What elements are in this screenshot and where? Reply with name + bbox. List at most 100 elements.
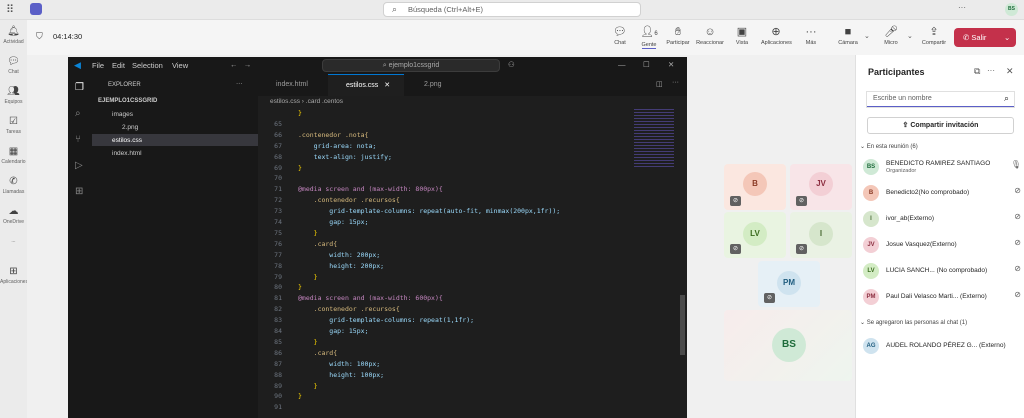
participant-tile-pm[interactable]: PM ⊘ [758, 261, 820, 307]
chat-button[interactable]: 💬︎ Chat [605, 26, 635, 46]
line-number: 91 [274, 403, 282, 412]
chevron-down-icon[interactable]: ⌄ [864, 32, 870, 40]
more-icon[interactable]: ··· [987, 66, 995, 75]
tab-2png[interactable]: 2.png [406, 74, 460, 96]
vscode-explorer: EXPLORER ··· EJEMPLO1CSSGRID images 2.pn… [92, 74, 258, 418]
rail-calendar[interactable]: ▦ Calendario [0, 146, 27, 165]
code-editor[interactable]: } 65 66 .contenedor .nota{67 grid-area: not… [258, 107, 687, 418]
code-line: width: 100px; [298, 359, 381, 368]
code-line: } [298, 392, 302, 401]
mic-off-icon[interactable]: ⊘ [1014, 186, 1021, 195]
rail-tasks[interactable]: ☑ Tareas [0, 116, 27, 135]
calendar-icon: ▦ [8, 146, 19, 157]
mic-off-icon: ⊘ [730, 244, 741, 254]
pop-out-icon[interactable]: ⧉ [974, 66, 980, 77]
user-avatar[interactable]: BS [1005, 3, 1018, 16]
more-options-icon[interactable]: ··· [958, 3, 966, 12]
split-editor-icon[interactable]: ◫ [656, 80, 663, 88]
camera-button[interactable]: ■ Cámara [833, 26, 863, 46]
tab-index-html[interactable]: index.html [258, 74, 326, 96]
rail-apps[interactable]: ⊞ Aplicaciones [0, 266, 28, 285]
rail-calls[interactable]: ✆ Llamadas [0, 176, 27, 195]
view-button[interactable]: ▣ Vista [727, 26, 757, 46]
copilot-icon[interactable]: ⚇ [508, 60, 515, 69]
chat-person-row[interactable]: AG AUDEL ROLANDO PÉREZ G... (Externo) [863, 337, 1021, 357]
line-number: 65 [274, 119, 282, 128]
participant-name: ivor_ab(Externo) [886, 215, 935, 222]
hand-icon: ✋︎ [674, 26, 682, 38]
app-grid-icon[interactable]: ⠿ [6, 3, 14, 16]
file-index-html[interactable]: index.html [112, 150, 142, 157]
people-icon: 👤︎6 [640, 26, 658, 38]
chevron-down-icon: ⌄ [860, 320, 867, 326]
folder-images[interactable]: images [112, 111, 133, 118]
breadcrumb-file[interactable]: estilos.css [270, 98, 300, 105]
rail-teams[interactable]: 👥︎ Equipos [0, 86, 27, 105]
debug-icon[interactable]: ▷ [75, 160, 83, 171]
participant-row[interactable]: JV Josue Vasquez(Externo) ⊘ [863, 236, 1021, 256]
share-button[interactable]: ⇪ Compartir [919, 26, 949, 46]
close-icon[interactable]: ✕ [668, 60, 674, 69]
close-icon[interactable]: ✕ [384, 82, 390, 89]
mic-off-icon[interactable]: ⊘ [1014, 212, 1021, 221]
mic-off-icon: ⊘ [730, 196, 741, 206]
participant-row[interactable]: BS BENEDICTO RAMIREZ SANTIAGO Organizador 🎙… [863, 158, 1021, 178]
code-line: .card{ [298, 239, 338, 248]
participant-tile-bs[interactable]: BS [724, 310, 852, 381]
participant-row[interactable]: LV LUCIA SANCH... (No comprobado) ⊘ [863, 262, 1021, 282]
rail-activity[interactable]: 🔔︎ Actividad [0, 26, 27, 45]
people-button[interactable]: 👤︎6 Gente [634, 26, 664, 49]
participant-search-input[interactable]: Escribe un nombre ⌕ [867, 92, 1014, 107]
files-icon[interactable]: ❐ [75, 82, 84, 93]
minimize-icon[interactable]: — [618, 60, 626, 69]
extensions-icon[interactable]: ⊞ [75, 186, 83, 197]
breadcrumb-selector[interactable]: .card .centos [306, 98, 343, 105]
command-search[interactable]: ⌕ ejemplo1cssgrid [322, 59, 500, 72]
mic-button[interactable]: 🎤︎ Micro [876, 26, 906, 46]
menu-selection[interactable]: Selection [132, 61, 163, 70]
scrollbar[interactable] [680, 295, 685, 355]
menu-file[interactable]: File [92, 61, 104, 70]
raise-hand-button[interactable]: ✋︎ Participar [663, 26, 693, 46]
chevron-down-icon: ⌄ [860, 144, 867, 150]
tab-estilos-css[interactable]: estilos.css ✕ [328, 74, 404, 96]
participant-tile-lv[interactable]: LV ⊘ [724, 212, 786, 258]
code-line: .contenedor .nota{ [298, 130, 369, 139]
participant-row[interactable]: Iivor_ab(Externo) ⊘ [863, 210, 1021, 230]
line-number: 68 [274, 152, 282, 161]
code-line: } [298, 163, 302, 172]
more-icon[interactable]: ··· [236, 80, 243, 87]
close-icon[interactable]: ✕ [1006, 66, 1014, 77]
mic-icon[interactable]: 🎙︎ [1011, 160, 1021, 169]
menu-edit[interactable]: Edit [112, 61, 125, 70]
leave-button[interactable]: ✆ Salir ⌄ [954, 28, 1016, 47]
menu-view[interactable]: View [172, 61, 188, 70]
participant-tile-jv[interactable]: JV ⊘ [790, 164, 852, 210]
workspace-root[interactable]: EJEMPLO1CSSGRID [98, 98, 157, 104]
avatar: I [809, 222, 833, 246]
share-invite-button[interactable]: ⇪ Compartir invitación [867, 117, 1014, 134]
section-in-meeting[interactable]: ⌄ En esta reunión (6) [860, 143, 918, 150]
more-icon[interactable]: ··· [672, 79, 679, 86]
search-icon[interactable]: ⌕ [75, 108, 81, 119]
participant-row[interactable]: B Benedicto2(No comprobado) ⊘ [863, 184, 1021, 204]
mic-off-icon[interactable]: ⊘ [1014, 264, 1021, 273]
apps-button[interactable]: ⊕ Aplicaciones [761, 26, 792, 46]
participant-row[interactable]: PM Paul Dali Velasco Marti... (Externo) ⊘ [863, 288, 1021, 308]
file-2png[interactable]: 2.png [122, 124, 138, 131]
more-button[interactable]: ··· Más [796, 26, 826, 46]
chevron-down-icon[interactable]: ⌄ [907, 32, 913, 40]
nav-arrows[interactable]: ← → [230, 60, 251, 69]
rail-onedrive[interactable]: ☁ OneDrive [0, 206, 27, 225]
rail-chat[interactable]: 💬︎ Chat [0, 56, 27, 75]
mic-off-icon[interactable]: ⊘ [1014, 238, 1021, 247]
maximize-icon[interactable]: ☐ [643, 60, 650, 69]
participant-tile-i[interactable]: I ⊘ [790, 212, 852, 258]
participant-tile-b[interactable]: B ⊘ [724, 164, 786, 210]
search-box[interactable]: ⌕ Búsqueda (Ctrl+Alt+E) [383, 2, 641, 17]
git-icon[interactable]: ⑂ [75, 134, 81, 145]
mic-off-icon[interactable]: ⊘ [1014, 290, 1021, 299]
react-button[interactable]: ☺ Reaccionar [695, 26, 725, 46]
rail-more[interactable]: ... [0, 238, 27, 244]
section-added-to-chat[interactable]: ⌄ Se agregaron las personas al chat (1) [860, 319, 967, 326]
